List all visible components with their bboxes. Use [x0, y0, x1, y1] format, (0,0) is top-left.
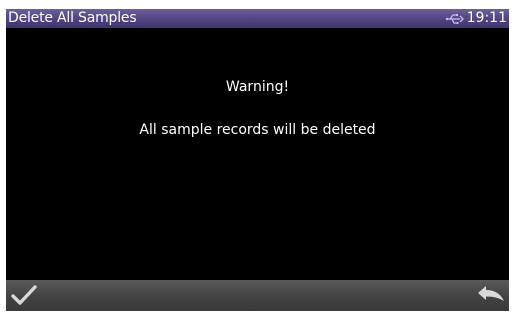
checkmark-icon — [11, 285, 37, 305]
status-area: 19:11 — [445, 10, 507, 27]
confirm-button[interactable] — [6, 280, 50, 311]
usb-icon — [445, 13, 464, 24]
warning-title: Warning! — [225, 79, 290, 95]
window-title: Delete All Samples — [8, 10, 137, 26]
title-bar: Delete All Samples 19:11 — [6, 9, 509, 28]
back-arrow-icon — [478, 286, 504, 301]
clock: 19:11 — [466, 10, 507, 26]
warning-message: All sample records will be deleted — [139, 122, 376, 138]
back-button[interactable] — [465, 280, 509, 311]
message-area: Warning! All sample records will be dele… — [6, 28, 509, 280]
device-screen: Delete All Samples 19:11 Warning! All sa… — [6, 9, 509, 311]
bottom-bar — [6, 280, 509, 311]
